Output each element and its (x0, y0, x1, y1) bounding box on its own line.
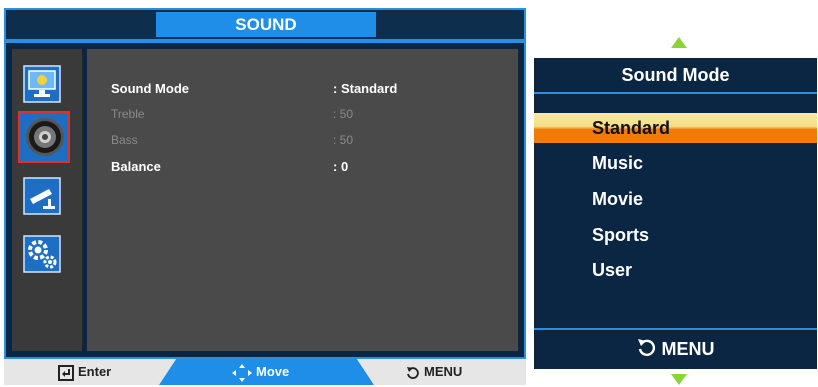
enter-icon (58, 364, 74, 381)
footer-move-label: Move (256, 364, 290, 379)
settings-list: Sound Mode : Standard Treble : 50 Bass :… (87, 49, 518, 351)
popup-divider (534, 94, 817, 108)
setting-value: : 50 (333, 133, 354, 147)
setting-label: Treble (111, 107, 145, 121)
osd-body: Sound Mode : Standard Treble : 50 Bass :… (4, 41, 526, 359)
popup-title: Sound Mode (534, 58, 817, 94)
popup-menu-button[interactable]: MENU (534, 328, 817, 369)
osd-title-bar: SOUND (4, 8, 526, 41)
popup-menu-label: MENU (661, 339, 715, 359)
setting-value: : 50 (333, 107, 354, 121)
option-standard[interactable]: Standard (534, 113, 817, 143)
sound-osd-menu: SOUND Sound Mode: Standard Treble: 50 … (4, 8, 526, 385)
setting-label: Sound Mode (111, 81, 189, 96)
return-icon (637, 339, 655, 356)
footer-menu-label: MENU (424, 364, 463, 379)
option-sports[interactable]: Sports (534, 220, 817, 250)
scroll-up-arrow[interactable] (671, 37, 687, 48)
speaker-icon (20, 113, 68, 161)
footer-enter-label: Enter (78, 364, 112, 379)
footer-enter[interactable]: Enter (58, 359, 111, 385)
category-setup[interactable] (23, 235, 61, 273)
footer-menu[interactable]: MENU (406, 359, 462, 385)
footer-move[interactable]: Move (232, 359, 289, 385)
category-sound[interactable] (18, 111, 70, 163)
osd-footer: Enter Move MENU (4, 359, 526, 385)
scroll-down-arrow[interactable] (671, 374, 687, 385)
antenna-icon (23, 177, 61, 215)
sound-mode-popup: Sound Mode Standard Music Movie Sports U… (534, 58, 817, 369)
category-channel[interactable] (23, 177, 61, 215)
option-music[interactable]: Music (534, 148, 817, 178)
gear-icon (23, 235, 61, 273)
setting-value: : 0 (333, 159, 349, 174)
setting-label: Bass (111, 133, 138, 147)
osd-title: SOUND (156, 12, 376, 37)
category-picture[interactable] (23, 65, 61, 103)
return-icon (407, 366, 419, 379)
category-column (12, 49, 83, 351)
option-user[interactable]: User (534, 255, 817, 285)
setting-value: : Standard (333, 81, 398, 96)
picture-icon (23, 65, 61, 103)
setting-label: Balance (111, 159, 161, 174)
move-arrows-icon (232, 363, 252, 382)
option-movie[interactable]: Movie (534, 184, 817, 214)
